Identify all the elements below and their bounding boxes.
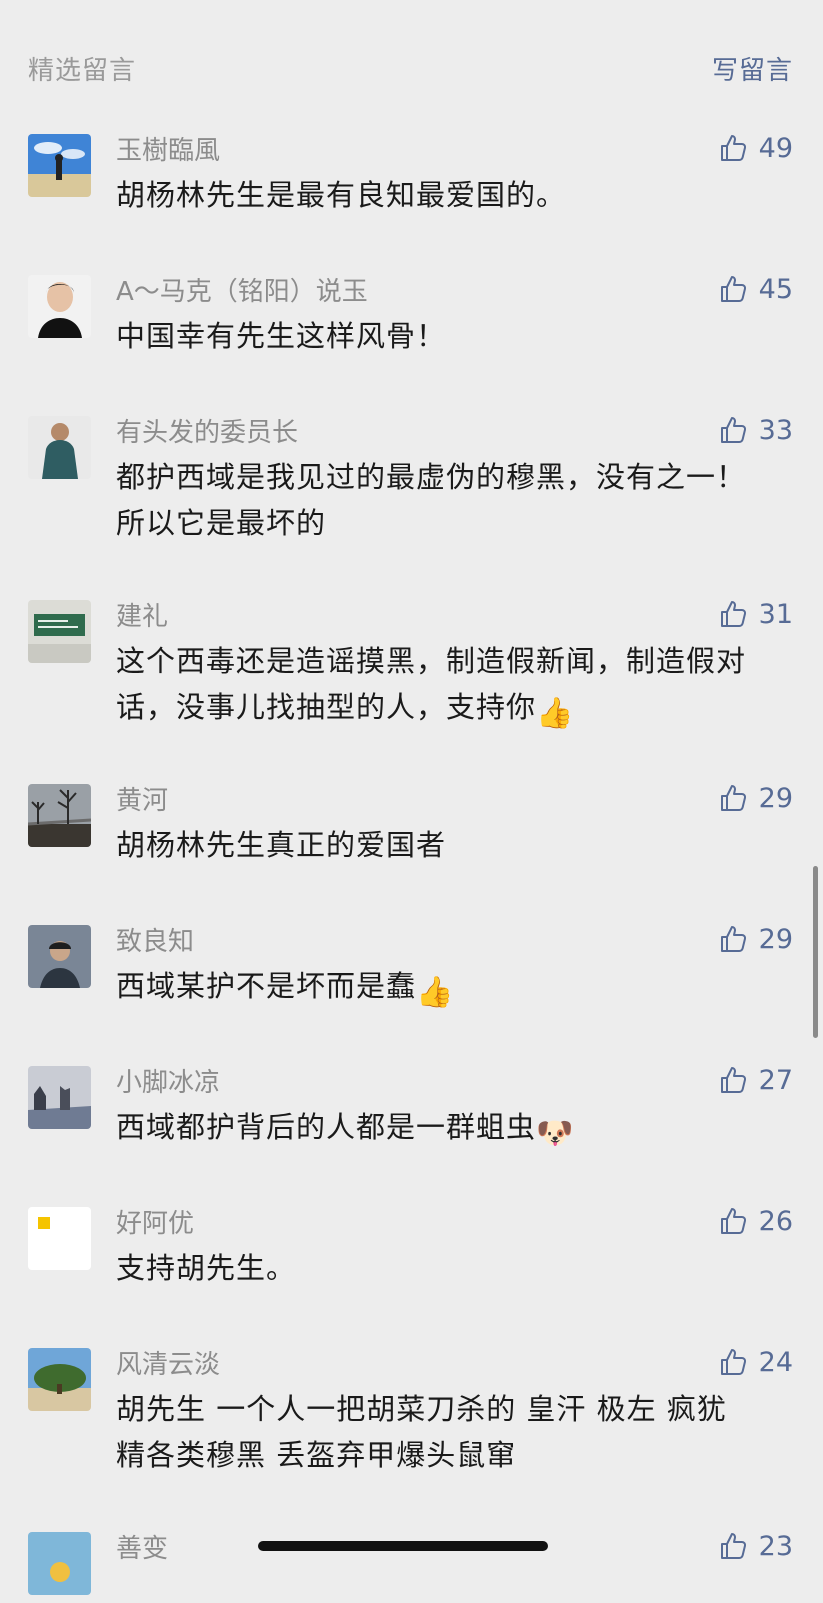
home-indicator[interactable] bbox=[258, 1541, 548, 1551]
thumbs-up-icon bbox=[720, 601, 746, 627]
avatar-image bbox=[28, 1348, 91, 1411]
commenter-name[interactable]: 善变 bbox=[116, 1528, 168, 1565]
avatar[interactable] bbox=[28, 1066, 91, 1129]
commenter-name[interactable]: 好阿优 bbox=[116, 1203, 194, 1240]
like-count: 33 bbox=[758, 414, 793, 446]
commenter-name[interactable]: 致良知 bbox=[116, 921, 194, 958]
comment-text: 西域都护背后的人都是一群蛆虫🐶 bbox=[116, 1110, 575, 1151]
avatar-image bbox=[28, 1532, 91, 1595]
like-count: 45 bbox=[758, 273, 793, 305]
thumbs-up-icon bbox=[720, 135, 746, 161]
thumbs-up-icon bbox=[720, 1208, 746, 1234]
avatar-image bbox=[28, 134, 91, 197]
avatar[interactable] bbox=[28, 1348, 91, 1411]
dog-face-emoji: 🐶 bbox=[536, 1116, 575, 1151]
commenter-name[interactable]: 有头发的委员长 bbox=[116, 412, 298, 449]
like-button[interactable]: 45 bbox=[719, 269, 793, 309]
section-title: 精选留言 bbox=[28, 56, 137, 86]
like-button[interactable]: 49 bbox=[719, 128, 793, 168]
like-count: 27 bbox=[758, 1064, 793, 1096]
like-count: 49 bbox=[758, 132, 793, 164]
thumbs-up-icon bbox=[720, 276, 746, 302]
like-count: 29 bbox=[758, 782, 793, 814]
like-button[interactable]: 29 bbox=[719, 919, 793, 959]
avatar[interactable] bbox=[28, 416, 91, 479]
avatar[interactable] bbox=[28, 1532, 91, 1595]
like-count: 29 bbox=[758, 923, 793, 955]
thumbs-up-icon bbox=[720, 785, 746, 811]
avatar-image bbox=[28, 784, 91, 847]
like-button[interactable]: 33 bbox=[719, 410, 793, 450]
comment-text: 支持胡先生。 bbox=[116, 1251, 297, 1285]
thumbs-up-emoji: 👍 bbox=[416, 975, 455, 1010]
thumbs-up-icon bbox=[720, 417, 746, 443]
commenter-name[interactable]: 黄河 bbox=[116, 780, 168, 817]
like-button[interactable]: 29 bbox=[719, 778, 793, 818]
write-comment-button[interactable]: 写留言 bbox=[712, 50, 793, 87]
avatar-image bbox=[28, 1207, 91, 1270]
commenter-name[interactable]: 小脚冰凉 bbox=[116, 1062, 220, 1099]
comment-text: 西域某护不是坏而是蠢👍 bbox=[116, 969, 455, 1010]
avatar-image bbox=[28, 416, 91, 479]
comment-text: 胡杨林先生真正的爱国者 bbox=[116, 828, 447, 862]
avatar-image bbox=[28, 600, 91, 663]
comment-text: 中国幸有先生这样风骨！ bbox=[116, 319, 447, 353]
avatar-image bbox=[28, 275, 91, 338]
commenter-name[interactable]: A～马克（铭阳）说玉 bbox=[116, 271, 368, 308]
commenter-name[interactable]: 风清云淡 bbox=[116, 1344, 220, 1381]
scrollbar[interactable] bbox=[813, 866, 818, 1038]
like-count: 23 bbox=[758, 1530, 793, 1562]
thumbs-up-emoji: 👍 bbox=[536, 696, 575, 731]
like-button[interactable]: 27 bbox=[719, 1060, 793, 1100]
like-count: 26 bbox=[758, 1205, 793, 1237]
comments-header: 精选留言 写留言 bbox=[0, 0, 823, 110]
avatar[interactable] bbox=[28, 275, 91, 338]
thumbs-up-icon bbox=[720, 1067, 746, 1093]
avatar[interactable] bbox=[28, 134, 91, 197]
thumbs-up-icon bbox=[720, 1349, 746, 1375]
commenter-name[interactable]: 玉樹臨風 bbox=[116, 130, 220, 167]
avatar-image bbox=[28, 1066, 91, 1129]
avatar[interactable] bbox=[28, 600, 91, 663]
comment-text: 胡杨林先生是最有良知最爱国的。 bbox=[116, 178, 567, 212]
like-button[interactable]: 26 bbox=[719, 1201, 793, 1241]
comment-text: 胡先生 一个人一把胡菜刀杀的 皇汗 极左 疯犹精各类穆黑 丢盔弃甲爆头鼠窜 bbox=[116, 1392, 727, 1472]
avatar[interactable] bbox=[28, 925, 91, 988]
avatar[interactable] bbox=[28, 784, 91, 847]
comment-text: 都护西域是我见过的最虚伪的穆黑，没有之一！所以它是最坏的 bbox=[116, 460, 747, 540]
avatar-image bbox=[28, 925, 91, 988]
avatar[interactable] bbox=[28, 1207, 91, 1270]
commenter-name[interactable]: 建礼 bbox=[116, 596, 168, 633]
thumbs-up-icon bbox=[720, 926, 746, 952]
comment-text: 这个西毒还是造谣摸黑，制造假新闻，制造假对话，没事儿找抽型的人，支持你👍 bbox=[116, 644, 747, 731]
like-count: 24 bbox=[758, 1346, 793, 1378]
like-button[interactable]: 31 bbox=[719, 594, 793, 634]
like-button[interactable]: 23 bbox=[719, 1526, 793, 1566]
thumbs-up-icon bbox=[720, 1533, 746, 1559]
like-count: 31 bbox=[758, 598, 793, 630]
like-button[interactable]: 24 bbox=[719, 1342, 793, 1382]
